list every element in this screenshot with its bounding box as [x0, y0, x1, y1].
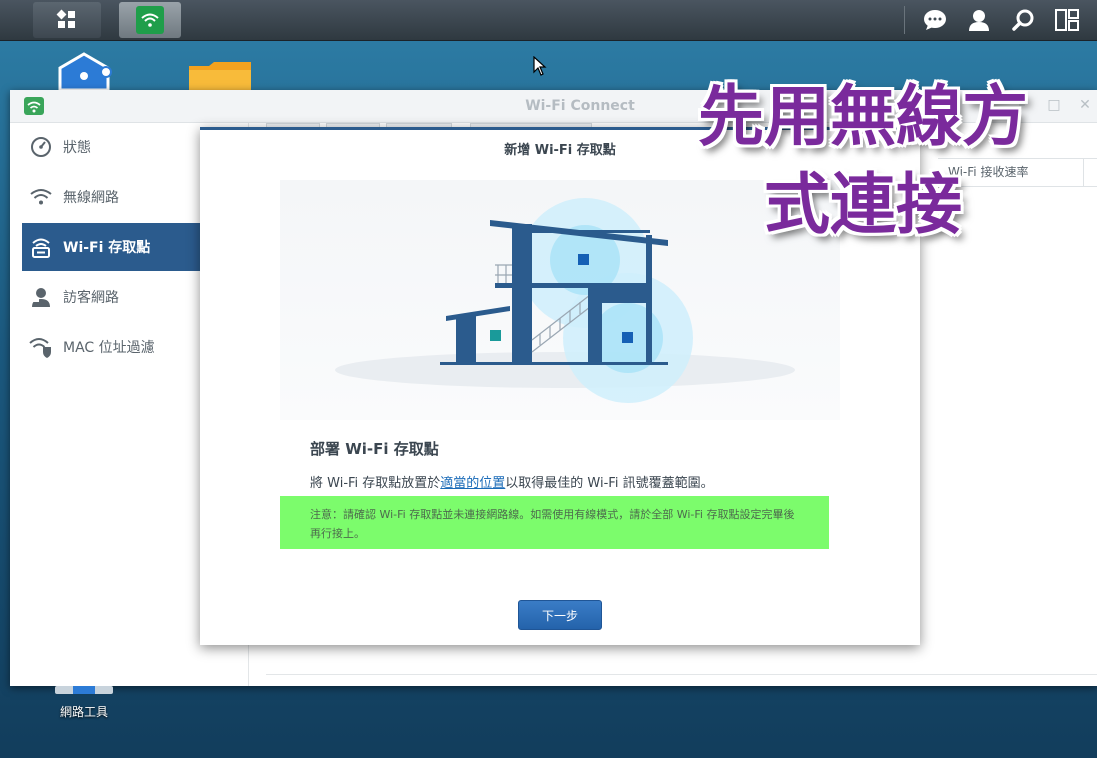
- app-logo: [24, 97, 44, 115]
- widgets-button[interactable]: [1053, 6, 1081, 34]
- sidebar-item-label: 狀態: [63, 140, 91, 156]
- description-prefix: 將 Wi-Fi 存取點放置於: [310, 476, 441, 491]
- wifi-icon: [29, 185, 53, 209]
- guest-icon: [29, 285, 53, 309]
- sidebar-item-access-point[interactable]: Wi-Fi 存取點: [22, 223, 200, 271]
- sidebar-item-mac-filter[interactable]: MAC 位址過濾: [22, 323, 200, 371]
- overlay-caption-line1: 先用無線方: [698, 78, 1028, 155]
- maximize-icon[interactable]: □: [1047, 98, 1061, 112]
- user-button[interactable]: [965, 6, 993, 34]
- network-tools-label[interactable]: 網路工具: [42, 703, 126, 720]
- sidebar-item-guest[interactable]: 訪客網路: [22, 273, 200, 321]
- access-point-icon: [29, 235, 53, 259]
- mouse-cursor-icon: [533, 56, 547, 76]
- cable-warning-note: 注意：請確認 Wi-Fi 存取點並未連接網路線。如需使用有線模式，請於全部 Wi…: [280, 496, 829, 549]
- main-menu-button[interactable]: [33, 2, 101, 38]
- house-coverage-illustration: [335, 198, 795, 403]
- apps-grid-icon: [56, 9, 75, 28]
- network-app-desktop-icon[interactable]: [52, 52, 116, 94]
- description: 將 Wi-Fi 存取點放置於適當的位置以取得最佳的 Wi-Fi 訊號覆蓋範圍。: [310, 472, 714, 491]
- chat-icon: [924, 10, 946, 30]
- gauge-icon: [29, 135, 53, 159]
- close-icon[interactable]: ✕: [1078, 98, 1092, 112]
- taskbar: [0, 0, 1097, 41]
- wifi-icon: [27, 101, 41, 113]
- wifi-connect-taskbar-button[interactable]: [119, 2, 181, 38]
- description-suffix: 以取得最佳的 Wi-Fi 訊號覆蓋範圍。: [505, 476, 714, 491]
- window-title: Wi-Fi Connect: [525, 98, 635, 114]
- user-icon: [969, 10, 989, 31]
- sidebar-item-label: MAC 位址過濾: [63, 340, 155, 356]
- sidebar-item-label: 無線網路: [63, 190, 119, 206]
- sidebar-item-status[interactable]: 狀態: [22, 123, 200, 171]
- overlay-caption-line2: 式連接: [764, 166, 962, 243]
- search-button[interactable]: [1009, 6, 1037, 34]
- folder-icon: [189, 62, 251, 90]
- network-tools-icon[interactable]: [55, 686, 113, 694]
- house-illustration: [280, 180, 840, 420]
- file-station-desktop-icon[interactable]: [187, 60, 253, 94]
- sidebar-item-label: 訪客網路: [63, 290, 119, 306]
- taskbar-divider: [904, 6, 905, 34]
- placement-link[interactable]: 適當的位置: [440, 476, 505, 491]
- chat-button[interactable]: [921, 6, 949, 34]
- sidebar-item-wireless[interactable]: 無線網路: [22, 173, 200, 221]
- next-button[interactable]: 下一步: [518, 600, 602, 630]
- section-title: 部署 Wi-Fi 存取點: [310, 440, 439, 458]
- widgets-icon: [1055, 9, 1079, 31]
- wifi-shield-icon: [29, 335, 53, 359]
- wifi-icon: [141, 13, 159, 27]
- sidebar-item-label: Wi-Fi 存取點: [63, 240, 151, 256]
- table-footer-divider: [266, 674, 1097, 675]
- network-hexagon-icon: [58, 52, 112, 92]
- search-icon: [1012, 9, 1034, 31]
